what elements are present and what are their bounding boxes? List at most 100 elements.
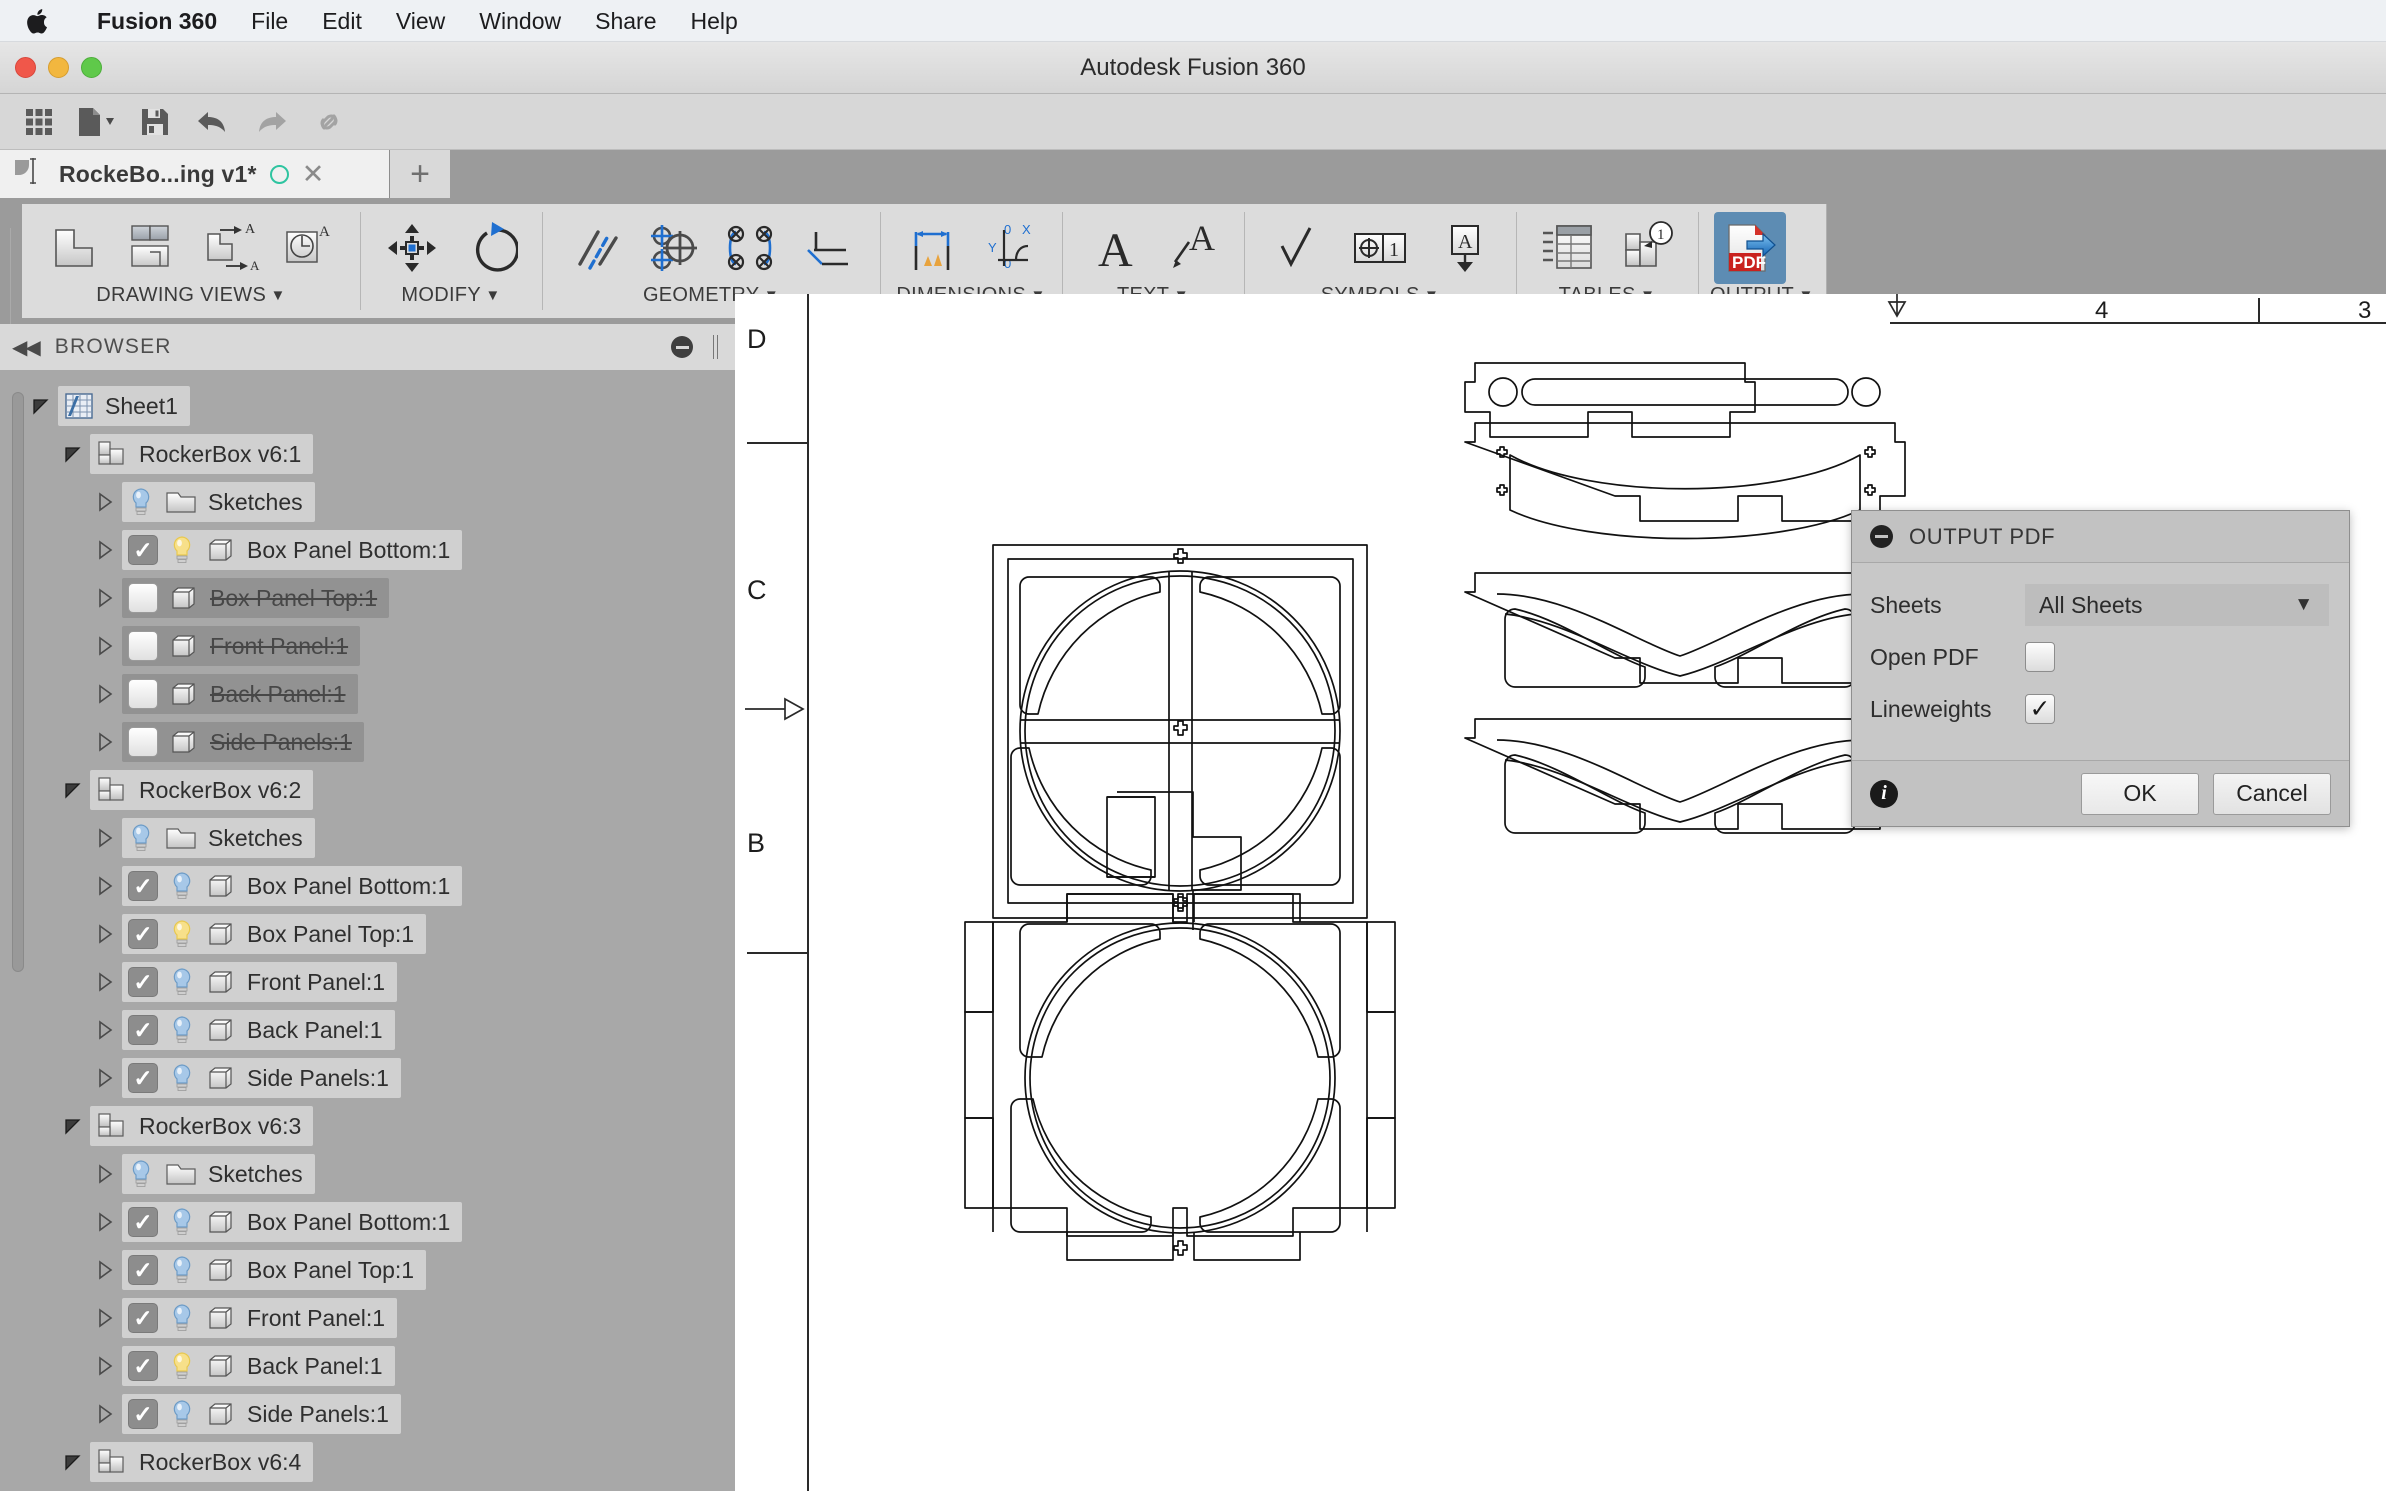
twisty-expanded-icon[interactable] bbox=[30, 395, 52, 417]
edge-extension-icon[interactable] bbox=[792, 212, 864, 284]
chevron-down-icon[interactable]: ▼ bbox=[266, 287, 286, 304]
visibility-checkbox[interactable] bbox=[128, 919, 158, 949]
tree-item[interactable]: Back Panel:1 bbox=[122, 1346, 395, 1386]
tree-row[interactable]: RockerBox v6:1 bbox=[0, 430, 735, 478]
tree-row[interactable]: Back Panel:1 bbox=[0, 670, 735, 718]
tree-row[interactable]: Sketches bbox=[0, 814, 735, 862]
twisty-collapsed-icon[interactable] bbox=[94, 1019, 116, 1041]
move-icon[interactable] bbox=[376, 212, 448, 284]
ok-button[interactable]: OK bbox=[2081, 772, 2199, 815]
tree-row[interactable]: Side Panels:1 bbox=[0, 1390, 735, 1438]
tree-item[interactable]: RockerBox v6:1 bbox=[90, 434, 314, 474]
tree-row[interactable]: Box Panel Bottom:1 bbox=[0, 862, 735, 910]
twisty-collapsed-icon[interactable] bbox=[94, 539, 116, 561]
rotate-icon[interactable] bbox=[454, 212, 526, 284]
tree-item[interactable]: Box Panel Top:1 bbox=[122, 578, 390, 618]
close-icon[interactable]: ✕ bbox=[302, 160, 325, 188]
table-icon[interactable] bbox=[1532, 212, 1604, 284]
tree-row[interactable]: Box Panel Bottom:1 bbox=[0, 1198, 735, 1246]
collapse-left-icon[interactable]: ◀◀ bbox=[12, 335, 41, 360]
tree-row[interactable]: RockerBox v6:2 bbox=[0, 766, 735, 814]
cancel-button[interactable]: Cancel bbox=[2213, 772, 2331, 815]
visibility-checkbox[interactable] bbox=[128, 1063, 158, 1093]
surface-texture-icon[interactable] bbox=[1260, 212, 1332, 284]
twisty-expanded-icon[interactable] bbox=[62, 443, 84, 465]
sync-circle-icon[interactable] bbox=[269, 164, 289, 184]
tree-item[interactable]: RockerBox v6:3 bbox=[90, 1106, 314, 1146]
open-pdf-checkbox[interactable] bbox=[2025, 642, 2055, 672]
datum-identifier-icon[interactable]: A bbox=[1428, 212, 1500, 284]
tree-row[interactable]: Side Panels:1 bbox=[0, 718, 735, 766]
light-bulb-icon[interactable] bbox=[128, 1159, 154, 1189]
tree-row[interactable]: RockerBox v6:4 bbox=[0, 1438, 735, 1486]
info-icon[interactable]: i bbox=[1870, 779, 1898, 808]
text-icon[interactable]: A bbox=[1078, 212, 1150, 284]
menu-item-fusion360[interactable]: Fusion 360 bbox=[80, 0, 234, 42]
feature-control-frame-icon[interactable]: 1 bbox=[1338, 212, 1422, 284]
apple-logo-icon[interactable] bbox=[22, 6, 52, 36]
twisty-collapsed-icon[interactable] bbox=[94, 635, 116, 657]
visibility-checkbox[interactable] bbox=[128, 1351, 158, 1381]
twisty-collapsed-icon[interactable] bbox=[94, 1403, 116, 1425]
tree-item[interactable]: Front Panel:1 bbox=[122, 626, 361, 666]
tree-item[interactable]: Sketches bbox=[122, 482, 315, 522]
new-tab-button[interactable]: + bbox=[390, 150, 450, 198]
menu-item-window[interactable]: Window bbox=[462, 0, 578, 42]
visibility-checkbox[interactable] bbox=[128, 1399, 158, 1429]
document-tab[interactable]: RockeBo...ing v1* ✕ bbox=[0, 150, 390, 198]
twisty-collapsed-icon[interactable] bbox=[94, 1067, 116, 1089]
centerline-icon[interactable] bbox=[558, 212, 630, 284]
twisty-collapsed-icon[interactable] bbox=[94, 971, 116, 993]
tree-item[interactable]: Box Panel Bottom:1 bbox=[122, 1202, 463, 1242]
twisty-collapsed-icon[interactable] bbox=[94, 827, 116, 849]
twisty-collapsed-icon[interactable] bbox=[94, 683, 116, 705]
show-data-panel-icon[interactable] bbox=[12, 98, 66, 146]
twisty-expanded-icon[interactable] bbox=[62, 1451, 84, 1473]
light-bulb-icon[interactable] bbox=[169, 535, 195, 565]
twisty-collapsed-icon[interactable] bbox=[94, 1355, 116, 1377]
balloon-icon[interactable]: 1 bbox=[1610, 212, 1682, 284]
tree-row[interactable]: Front Panel:1 bbox=[0, 958, 735, 1006]
tree-item[interactable]: RockerBox v6:2 bbox=[90, 770, 314, 810]
visibility-checkbox[interactable] bbox=[128, 727, 158, 757]
ordinate-dimension-icon[interactable]: 0 X Y 0 bbox=[974, 212, 1046, 284]
light-bulb-icon[interactable] bbox=[169, 1351, 195, 1381]
dimension-icon[interactable] bbox=[896, 212, 968, 284]
twisty-collapsed-icon[interactable] bbox=[94, 1307, 116, 1329]
tree-row[interactable]: Box Panel Top:1 bbox=[0, 910, 735, 958]
tree-item[interactable]: RockerBox v6:4 bbox=[90, 1442, 314, 1482]
tree-row[interactable]: Box Panel Top:1 bbox=[0, 574, 735, 622]
visibility-checkbox[interactable] bbox=[128, 1303, 158, 1333]
light-bulb-icon[interactable] bbox=[128, 823, 154, 853]
tree-row[interactable]: Back Panel:1 bbox=[0, 1342, 735, 1390]
tree-item[interactable]: Back Panel:1 bbox=[122, 674, 358, 714]
redo-icon[interactable] bbox=[244, 98, 298, 146]
tree-item[interactable]: Sheet1 bbox=[58, 386, 190, 426]
tree-row[interactable]: Sketches bbox=[0, 1150, 735, 1198]
chevron-down-icon[interactable]: ▼ bbox=[481, 287, 501, 304]
menu-item-file[interactable]: File bbox=[234, 0, 305, 42]
sheets-select[interactable]: All Sheets ▼ bbox=[2025, 584, 2329, 626]
visibility-checkbox[interactable] bbox=[128, 871, 158, 901]
twisty-collapsed-icon[interactable] bbox=[94, 731, 116, 753]
tree-item[interactable]: Side Panels:1 bbox=[122, 1394, 401, 1434]
tree-item[interactable]: Box Panel Bottom:1 bbox=[122, 866, 463, 906]
tree-item[interactable]: Back Panel:1 bbox=[122, 1010, 395, 1050]
minimize-icon[interactable] bbox=[671, 336, 693, 358]
light-bulb-icon[interactable] bbox=[169, 919, 195, 949]
base-view-icon[interactable] bbox=[38, 212, 110, 284]
light-bulb-icon[interactable] bbox=[169, 1207, 195, 1237]
leader-text-icon[interactable]: A bbox=[1156, 212, 1228, 284]
visibility-checkbox[interactable] bbox=[128, 583, 158, 613]
light-bulb-icon[interactable] bbox=[169, 1399, 195, 1429]
twisty-expanded-icon[interactable] bbox=[62, 779, 84, 801]
light-bulb-icon[interactable] bbox=[128, 487, 154, 517]
link-icon[interactable] bbox=[302, 98, 356, 146]
tree-item[interactable]: Side Panels:1 bbox=[122, 1058, 401, 1098]
output-pdf-icon[interactable]: PDF bbox=[1714, 212, 1786, 284]
visibility-checkbox[interactable] bbox=[128, 1255, 158, 1285]
tree-row[interactable]: Sketches bbox=[0, 478, 735, 526]
twisty-collapsed-icon[interactable] bbox=[94, 1163, 116, 1185]
file-menu-icon[interactable] bbox=[70, 98, 124, 146]
panel-grip-icon[interactable] bbox=[713, 335, 721, 359]
